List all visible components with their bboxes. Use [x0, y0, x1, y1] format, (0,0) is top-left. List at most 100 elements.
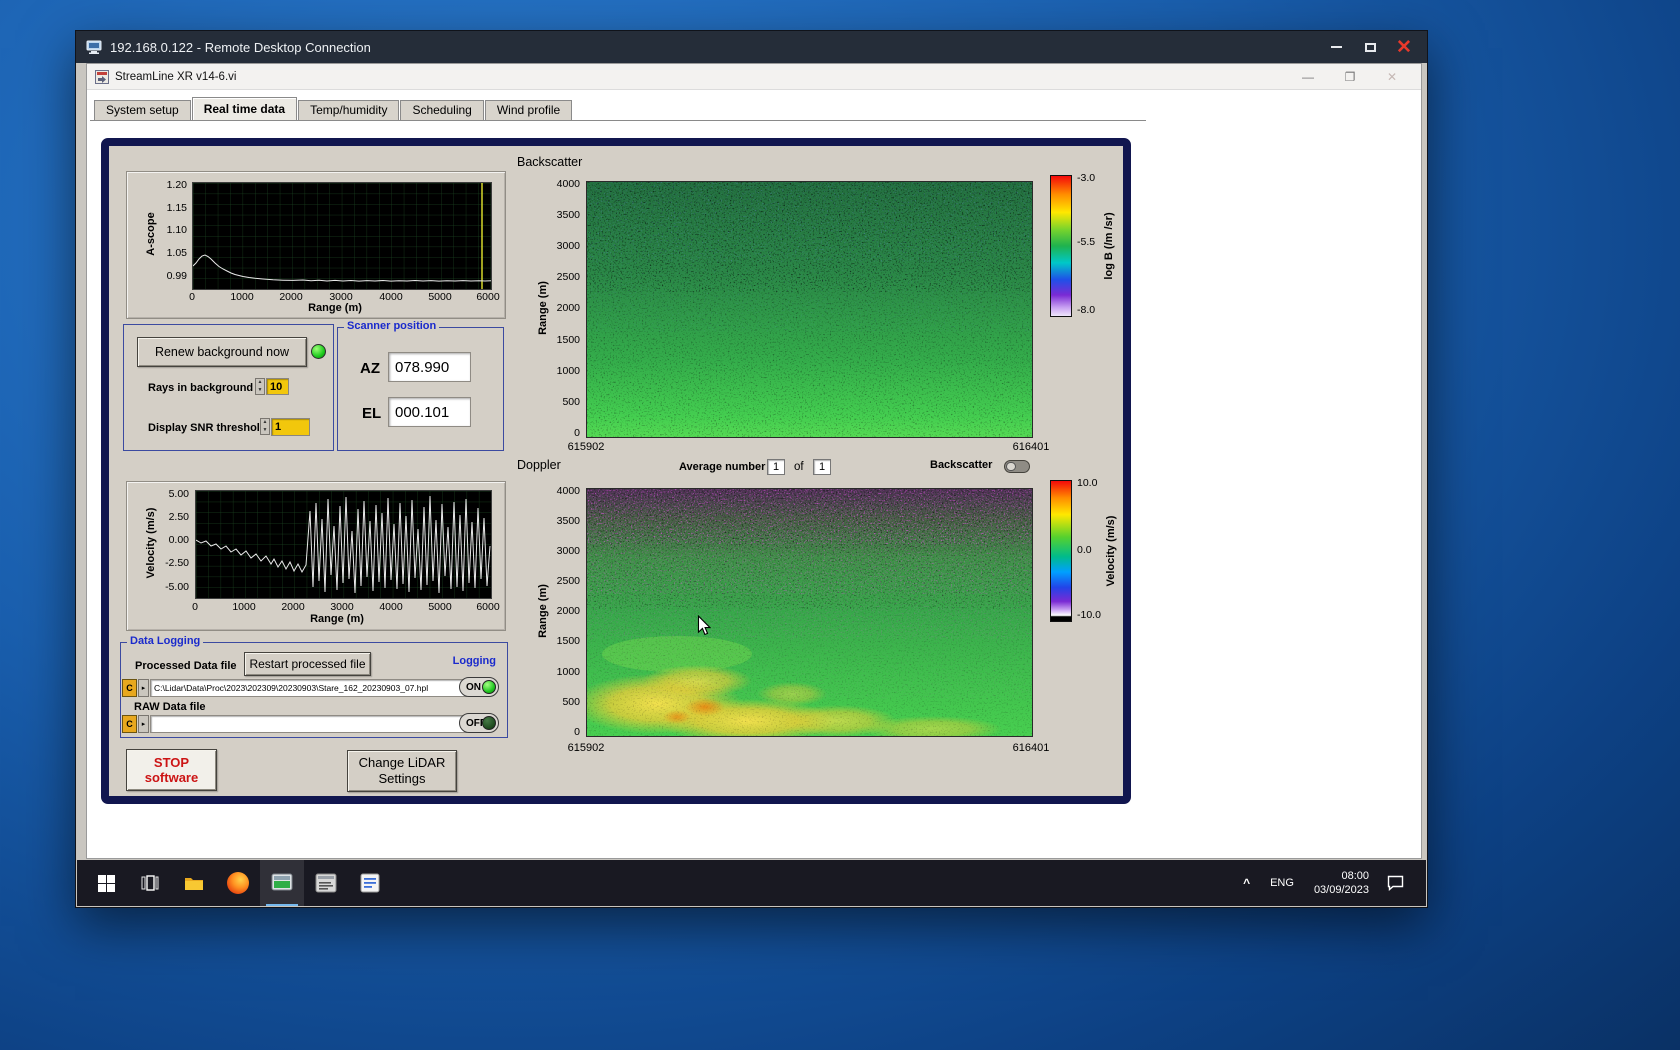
dp-ytick: 1500 — [556, 635, 580, 647]
labview-vi-icon — [95, 69, 109, 84]
average-number-of-value[interactable]: 1 — [813, 459, 831, 475]
rdp-close-button[interactable]: ✕ — [1387, 31, 1421, 63]
tab-scheduling[interactable]: Scheduling — [400, 100, 484, 120]
data-logging-title: Data Logging — [127, 635, 204, 647]
tray-expand-button[interactable]: ^ — [1233, 876, 1260, 890]
language-indicator[interactable]: ENG — [1260, 877, 1304, 889]
raw-path-field[interactable] — [150, 715, 467, 733]
rays-spinner[interactable]: ▲ ▼ — [255, 378, 265, 395]
rdp-titlebar[interactable]: 192.168.0.122 - Remote Desktop Connectio… — [76, 31, 1427, 63]
processed-drive-box[interactable]: C — [122, 679, 137, 697]
el-value-field[interactable]: 000.101 — [388, 397, 471, 427]
renew-background-button[interactable]: Renew background now — [137, 337, 307, 367]
notes-button[interactable] — [348, 860, 392, 906]
rays-value[interactable]: 10 — [266, 378, 289, 395]
stop-label-line2: software — [144, 770, 199, 785]
scanner-position-title: Scanner position — [344, 320, 440, 332]
backscatter-section-title: Backscatter — [517, 155, 583, 169]
firefox-button[interactable] — [216, 860, 260, 906]
bs-ytick: 1000 — [556, 365, 580, 377]
velocity-xtick: 1000 — [232, 601, 256, 613]
backscatter-colorbar-label: log B (/m /sr) — [1103, 212, 1115, 280]
dp-ytick: 500 — [562, 696, 580, 708]
restart-processed-file-button[interactable]: Restart processed file — [244, 652, 371, 676]
rdp-maximize-button[interactable] — [1353, 31, 1387, 63]
bs-ytick: 2500 — [556, 271, 580, 283]
clock[interactable]: 08:00 03/09/2023 — [1304, 869, 1379, 897]
dp-cb-tick: 10.0 — [1077, 477, 1098, 489]
average-number-value[interactable]: 1 — [767, 459, 785, 475]
scan-scheduler-button[interactable] — [304, 860, 348, 906]
processed-path-field[interactable]: C:\Lidar\Data\Proc\2023\202309\20230903\… — [150, 679, 467, 697]
close-icon: ✕ — [1396, 36, 1412, 58]
main-panel: A-scope 1.20 1.15 1.10 1.05 0.99 0 1000 … — [101, 138, 1131, 804]
bs-x-end: 616401 — [1012, 441, 1050, 453]
raw-drive-box[interactable]: C — [122, 715, 137, 733]
bs-ytick: 0 — [574, 427, 580, 439]
velocity-x-axis-label: Range (m) — [310, 613, 364, 625]
scanner-position-group: Scanner position AZ 078.990 EL 000.101 — [337, 320, 504, 451]
processed-logging-toggle[interactable]: ON — [459, 677, 499, 697]
doppler-heatmap — [586, 488, 1033, 737]
ascope-xtick: 1000 — [230, 291, 254, 303]
change-lidar-settings-button[interactable]: Change LiDAR Settings — [347, 750, 457, 792]
ascope-x-axis-label: Range (m) — [308, 302, 362, 314]
file-explorer-icon — [185, 878, 203, 890]
clock-date: 03/09/2023 — [1313, 884, 1369, 896]
tab-temp-humidity[interactable]: Temp/humidity — [298, 100, 400, 120]
ascope-plot — [192, 182, 492, 290]
toggle-knob-icon — [1006, 462, 1016, 471]
dp-ytick: 2500 — [556, 575, 580, 587]
rdp-minimize-button[interactable] — [1319, 31, 1353, 63]
change-label-line2: Settings — [378, 771, 426, 786]
rays-in-background-label: Rays in background — [148, 382, 254, 394]
app-close-button[interactable]: ✕ — [1371, 64, 1413, 90]
processed-browse-icon[interactable]: ▸ — [138, 679, 149, 697]
streamline-taskbar-button[interactable] — [260, 860, 304, 906]
data-logging-group: Data Logging Processed Data file Restart… — [120, 635, 508, 738]
app-restore-button[interactable]: ❐ — [1329, 64, 1371, 90]
tab-real-time-data[interactable]: Real time data — [191, 97, 298, 120]
rdp-window-title: 192.168.0.122 - Remote Desktop Connectio… — [110, 39, 371, 55]
snr-value[interactable]: 1 — [271, 418, 310, 436]
app-titlebar[interactable]: StreamLine XR v14-6.vi — ❐ ✕ — [87, 64, 1421, 90]
az-value-field[interactable]: 078.990 — [388, 352, 471, 382]
velocity-ytick: 5.00 — [168, 488, 189, 500]
streamline-app-window: StreamLine XR v14-6.vi — ❐ ✕ System setu… — [86, 63, 1422, 859]
task-view-button[interactable] — [128, 860, 172, 906]
dp-ytick: 3000 — [556, 545, 580, 557]
snr-spinner[interactable]: ▲ ▼ — [260, 418, 270, 435]
remote-desktop-area: StreamLine XR v14-6.vi — ❐ ✕ System setu… — [77, 63, 1426, 906]
velocity-xtick: 4000 — [379, 601, 403, 613]
renew-background-led — [311, 344, 326, 359]
file-explorer-button[interactable] — [172, 860, 216, 906]
doppler-section-title: Doppler — [517, 458, 561, 472]
streamline-app-icon — [271, 873, 293, 891]
raw-logging-toggle[interactable]: OFF — [459, 713, 499, 733]
toggle-knob-icon — [482, 680, 496, 694]
velocity-xtick: 3000 — [330, 601, 354, 613]
start-button[interactable] — [84, 860, 128, 906]
processed-data-file-label: Processed Data file — [135, 660, 237, 672]
raw-browse-icon[interactable]: ▸ — [138, 715, 149, 733]
dp-x-start: 615902 — [567, 742, 605, 754]
velocity-xtick: 2000 — [281, 601, 305, 613]
app-minimize-button[interactable]: — — [1287, 64, 1329, 90]
notes-icon — [360, 873, 380, 893]
velocity-plot-group: Velocity (m/s) 5.00 2.50 0.00 -2.50 -5.0… — [126, 481, 506, 631]
tab-wind-profile[interactable]: Wind profile — [484, 100, 573, 120]
ascope-xtick: 6000 — [476, 291, 500, 303]
action-center-button[interactable] — [1379, 875, 1412, 891]
bs-ytick: 4000 — [556, 178, 580, 190]
doppler-colorbar — [1050, 480, 1072, 622]
taskbar: ^ ENG 08:00 03/09/2023 — [77, 860, 1426, 906]
stop-software-button[interactable]: STOP software — [126, 749, 217, 791]
tab-control-border — [90, 120, 1146, 121]
backscatter-toggle[interactable] — [1004, 460, 1030, 473]
velocity-plot — [195, 490, 492, 599]
tab-strip: System setup Real time data Temp/humidit… — [94, 97, 573, 120]
bs-ytick: 500 — [562, 396, 580, 408]
velocity-ytick: 0.00 — [168, 534, 189, 546]
action-center-icon — [1387, 875, 1404, 891]
tab-system-setup[interactable]: System setup — [94, 100, 191, 120]
